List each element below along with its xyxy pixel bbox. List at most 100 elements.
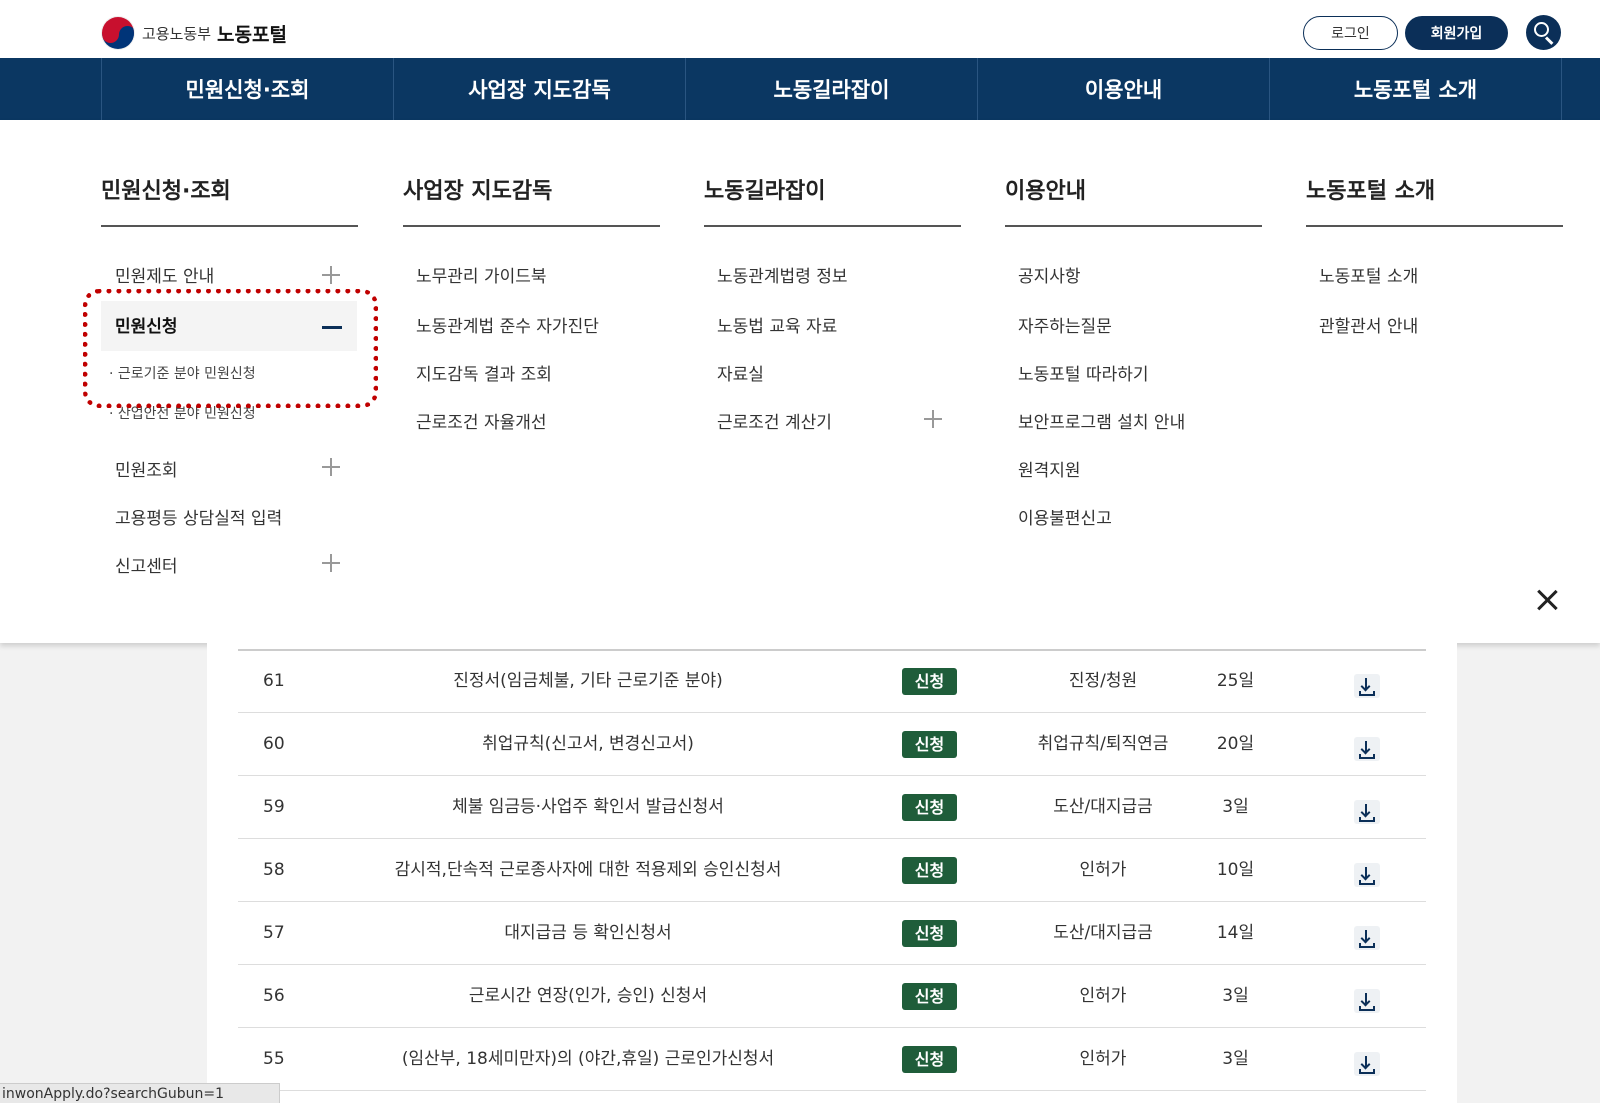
menu-item-labor-law-education[interactable]: 노동법 교육 자료 [717, 312, 837, 337]
mega-menu-panel: 민원신청·조회 민원제도 안내 민원신청 · 근로기준 분야 민원신청 · 산업… [0, 120, 1600, 643]
row-processing-days: 25일 [1216, 671, 1255, 691]
divider [1306, 225, 1563, 227]
plus-icon[interactable] [322, 554, 340, 572]
menu-item-report-center[interactable]: 신고센터 [115, 552, 178, 577]
download-icon[interactable] [1354, 863, 1380, 887]
nav-divider [1561, 58, 1562, 120]
table-row: 59 체불 임금등·사업주 확인서 발급신청서 신청 도산/대지급금 3일 [238, 776, 1426, 839]
mega-col-title-workplace-supervision[interactable]: 사업장 지도감독 [403, 173, 552, 205]
menu-item-remote-support[interactable]: 원격지원 [1018, 456, 1081, 481]
download-icon[interactable] [1354, 1052, 1380, 1076]
row-number: 57 [263, 923, 285, 943]
nav-item-usage-guide[interactable]: 이용안내 [977, 58, 1269, 120]
row-form-name[interactable]: 근로시간 연장(인가, 승인) 신청서 [348, 965, 828, 1028]
site-logo[interactable]: 고용노동부 노동포털 [101, 16, 287, 50]
mega-col-title-usage-guide[interactable]: 이용안내 [1005, 173, 1086, 205]
apply-badge-button[interactable]: 신청 [902, 983, 957, 1010]
main-nav: 민원신청·조회 사업장 지도감독 노동길라잡이 이용안내 노동포털 소개 [0, 58, 1600, 120]
row-category: 도산/대지급금 [1053, 923, 1153, 943]
table-row: 56 근로시간 연장(인가, 승인) 신청서 신청 인허가 3일 [238, 965, 1426, 1028]
table-row: 60 취업규칙(신고서, 변경신고서) 신청 취업규칙/퇴직연금 20일 [238, 713, 1426, 776]
divider [1005, 225, 1262, 227]
plus-icon[interactable] [322, 458, 340, 476]
row-category: 도산/대지급금 [1053, 797, 1153, 817]
row-processing-days: 20일 [1216, 734, 1255, 754]
row-form-name[interactable]: 감시적,단속적 근로종사자에 대한 적용제외 승인신청서 [348, 839, 828, 902]
logo-org-name: 고용노동부 [142, 24, 212, 43]
download-icon[interactable] [1354, 926, 1380, 950]
nav-item-labor-guide[interactable]: 노동길라잡이 [685, 58, 977, 120]
table-row: 57 대지급금 등 확인신청서 신청 도산/대지급금 14일 [238, 902, 1426, 965]
menu-item-civil-system-guide[interactable]: 민원제도 안내 [115, 262, 214, 287]
row-category: 인허가 [1079, 860, 1127, 880]
menu-item-report-inconvenience[interactable]: 이용불편신고 [1018, 504, 1112, 529]
mega-col-title-labor-guide[interactable]: 노동길라잡이 [704, 173, 825, 205]
row-form-name[interactable]: 진정서(임금체불, 기타 근로기준 분야) [348, 650, 828, 713]
row-number: 60 [263, 734, 285, 754]
plus-icon[interactable] [924, 410, 942, 428]
apply-badge-button[interactable]: 신청 [902, 794, 957, 821]
row-form-name[interactable]: 취업규칙(신고서, 변경신고서) [348, 713, 828, 776]
row-form-name[interactable]: 대지급금 등 확인신청서 [348, 902, 828, 965]
application-list: 61 진정서(임금체불, 기타 근로기준 분야) 신청 진정/청원 25일 60 취업규칙(… [207, 643, 1457, 1103]
apply-badge-button[interactable]: 신청 [902, 857, 957, 884]
government-emblem-icon [101, 16, 135, 50]
plus-icon[interactable] [322, 266, 340, 284]
nav-item-civil-service[interactable]: 민원신청·조회 [101, 58, 393, 120]
divider [704, 225, 961, 227]
menu-item-labor-law-self-check[interactable]: 노동관계법 준수 자가진단 [416, 312, 599, 337]
login-button[interactable]: 로그인 [1303, 16, 1398, 50]
row-processing-days: 10일 [1216, 860, 1255, 880]
divider [403, 225, 660, 227]
row-number: 59 [263, 797, 285, 817]
browser-status-url: inwonApply.do?searchGubun=1 [0, 1083, 280, 1103]
row-number: 55 [263, 1049, 285, 1069]
menu-item-working-conditions-improve[interactable]: 근로조건 자율개선 [416, 408, 547, 433]
menu-item-portal-tutorial[interactable]: 노동포털 따라하기 [1018, 360, 1149, 385]
download-icon[interactable] [1354, 800, 1380, 824]
divider [101, 225, 358, 227]
nav-item-workplace-supervision[interactable]: 사업장 지도감독 [393, 58, 685, 120]
highlight-annotation [83, 289, 378, 408]
row-category: 진정/청원 [1068, 671, 1138, 691]
menu-item-labor-law-info[interactable]: 노동관계법령 정보 [717, 262, 848, 287]
row-category: 인허가 [1079, 1049, 1127, 1069]
row-number: 56 [263, 986, 285, 1006]
site-header: 고용노동부 노동포털 로그인 회원가입 [0, 0, 1600, 58]
menu-item-supervision-results[interactable]: 지도감독 결과 조회 [416, 360, 552, 385]
table-row: 58 감시적,단속적 근로종사자에 대한 적용제외 승인신청서 신청 인허가 10일 [238, 839, 1426, 902]
row-form-name[interactable]: 체불 임금등·사업주 확인서 발급신청서 [348, 776, 828, 839]
menu-item-portal-intro[interactable]: 노동포털 소개 [1319, 262, 1418, 287]
apply-badge-button[interactable]: 신청 [902, 731, 957, 758]
row-processing-days: 3일 [1222, 797, 1249, 817]
table-row: 55 (임산부, 18세미만자)의 (야간,휴일) 근로인가신청서 신청 인허가 3일 [238, 1028, 1426, 1091]
logo-site-name: 노동포털 [217, 23, 287, 46]
row-processing-days: 14일 [1216, 923, 1255, 943]
row-number: 58 [263, 860, 285, 880]
menu-item-equal-employment-input[interactable]: 고용평등 상담실적 입력 [115, 504, 282, 529]
download-icon[interactable] [1354, 989, 1380, 1013]
mega-col-title-civil-service[interactable]: 민원신청·조회 [101, 173, 231, 205]
menu-item-working-conditions-calculator[interactable]: 근로조건 계산기 [717, 408, 832, 433]
apply-badge-button[interactable]: 신청 [902, 1046, 957, 1073]
row-category: 취업규칙/퇴직연금 [1037, 734, 1169, 754]
menu-item-labor-mgmt-guidebook[interactable]: 노무관리 가이드북 [416, 262, 547, 287]
nav-item-portal-intro[interactable]: 노동포털 소개 [1269, 58, 1561, 120]
apply-badge-button[interactable]: 신청 [902, 920, 957, 947]
row-number: 61 [263, 671, 285, 691]
download-icon[interactable] [1354, 674, 1380, 698]
menu-item-jurisdiction-office[interactable]: 관할관서 안내 [1319, 312, 1418, 337]
menu-item-notices[interactable]: 공지사항 [1018, 262, 1081, 287]
download-icon[interactable] [1354, 737, 1380, 761]
table-row: 61 진정서(임금체불, 기타 근로기준 분야) 신청 진정/청원 25일 [238, 650, 1426, 713]
close-icon[interactable] [1536, 589, 1558, 611]
menu-item-security-program-guide[interactable]: 보안프로그램 설치 안내 [1018, 408, 1185, 433]
apply-badge-button[interactable]: 신청 [902, 668, 957, 695]
mega-col-title-portal-intro[interactable]: 노동포털 소개 [1306, 173, 1435, 205]
menu-item-faq[interactable]: 자주하는질문 [1018, 312, 1112, 337]
row-form-name[interactable]: (임산부, 18세미만자)의 (야간,휴일) 근로인가신청서 [348, 1028, 828, 1091]
search-button[interactable] [1526, 15, 1561, 50]
signup-button[interactable]: 회원가입 [1405, 16, 1508, 50]
menu-item-civil-inquiry[interactable]: 민원조회 [115, 456, 178, 481]
menu-item-archive[interactable]: 자료실 [717, 360, 764, 385]
